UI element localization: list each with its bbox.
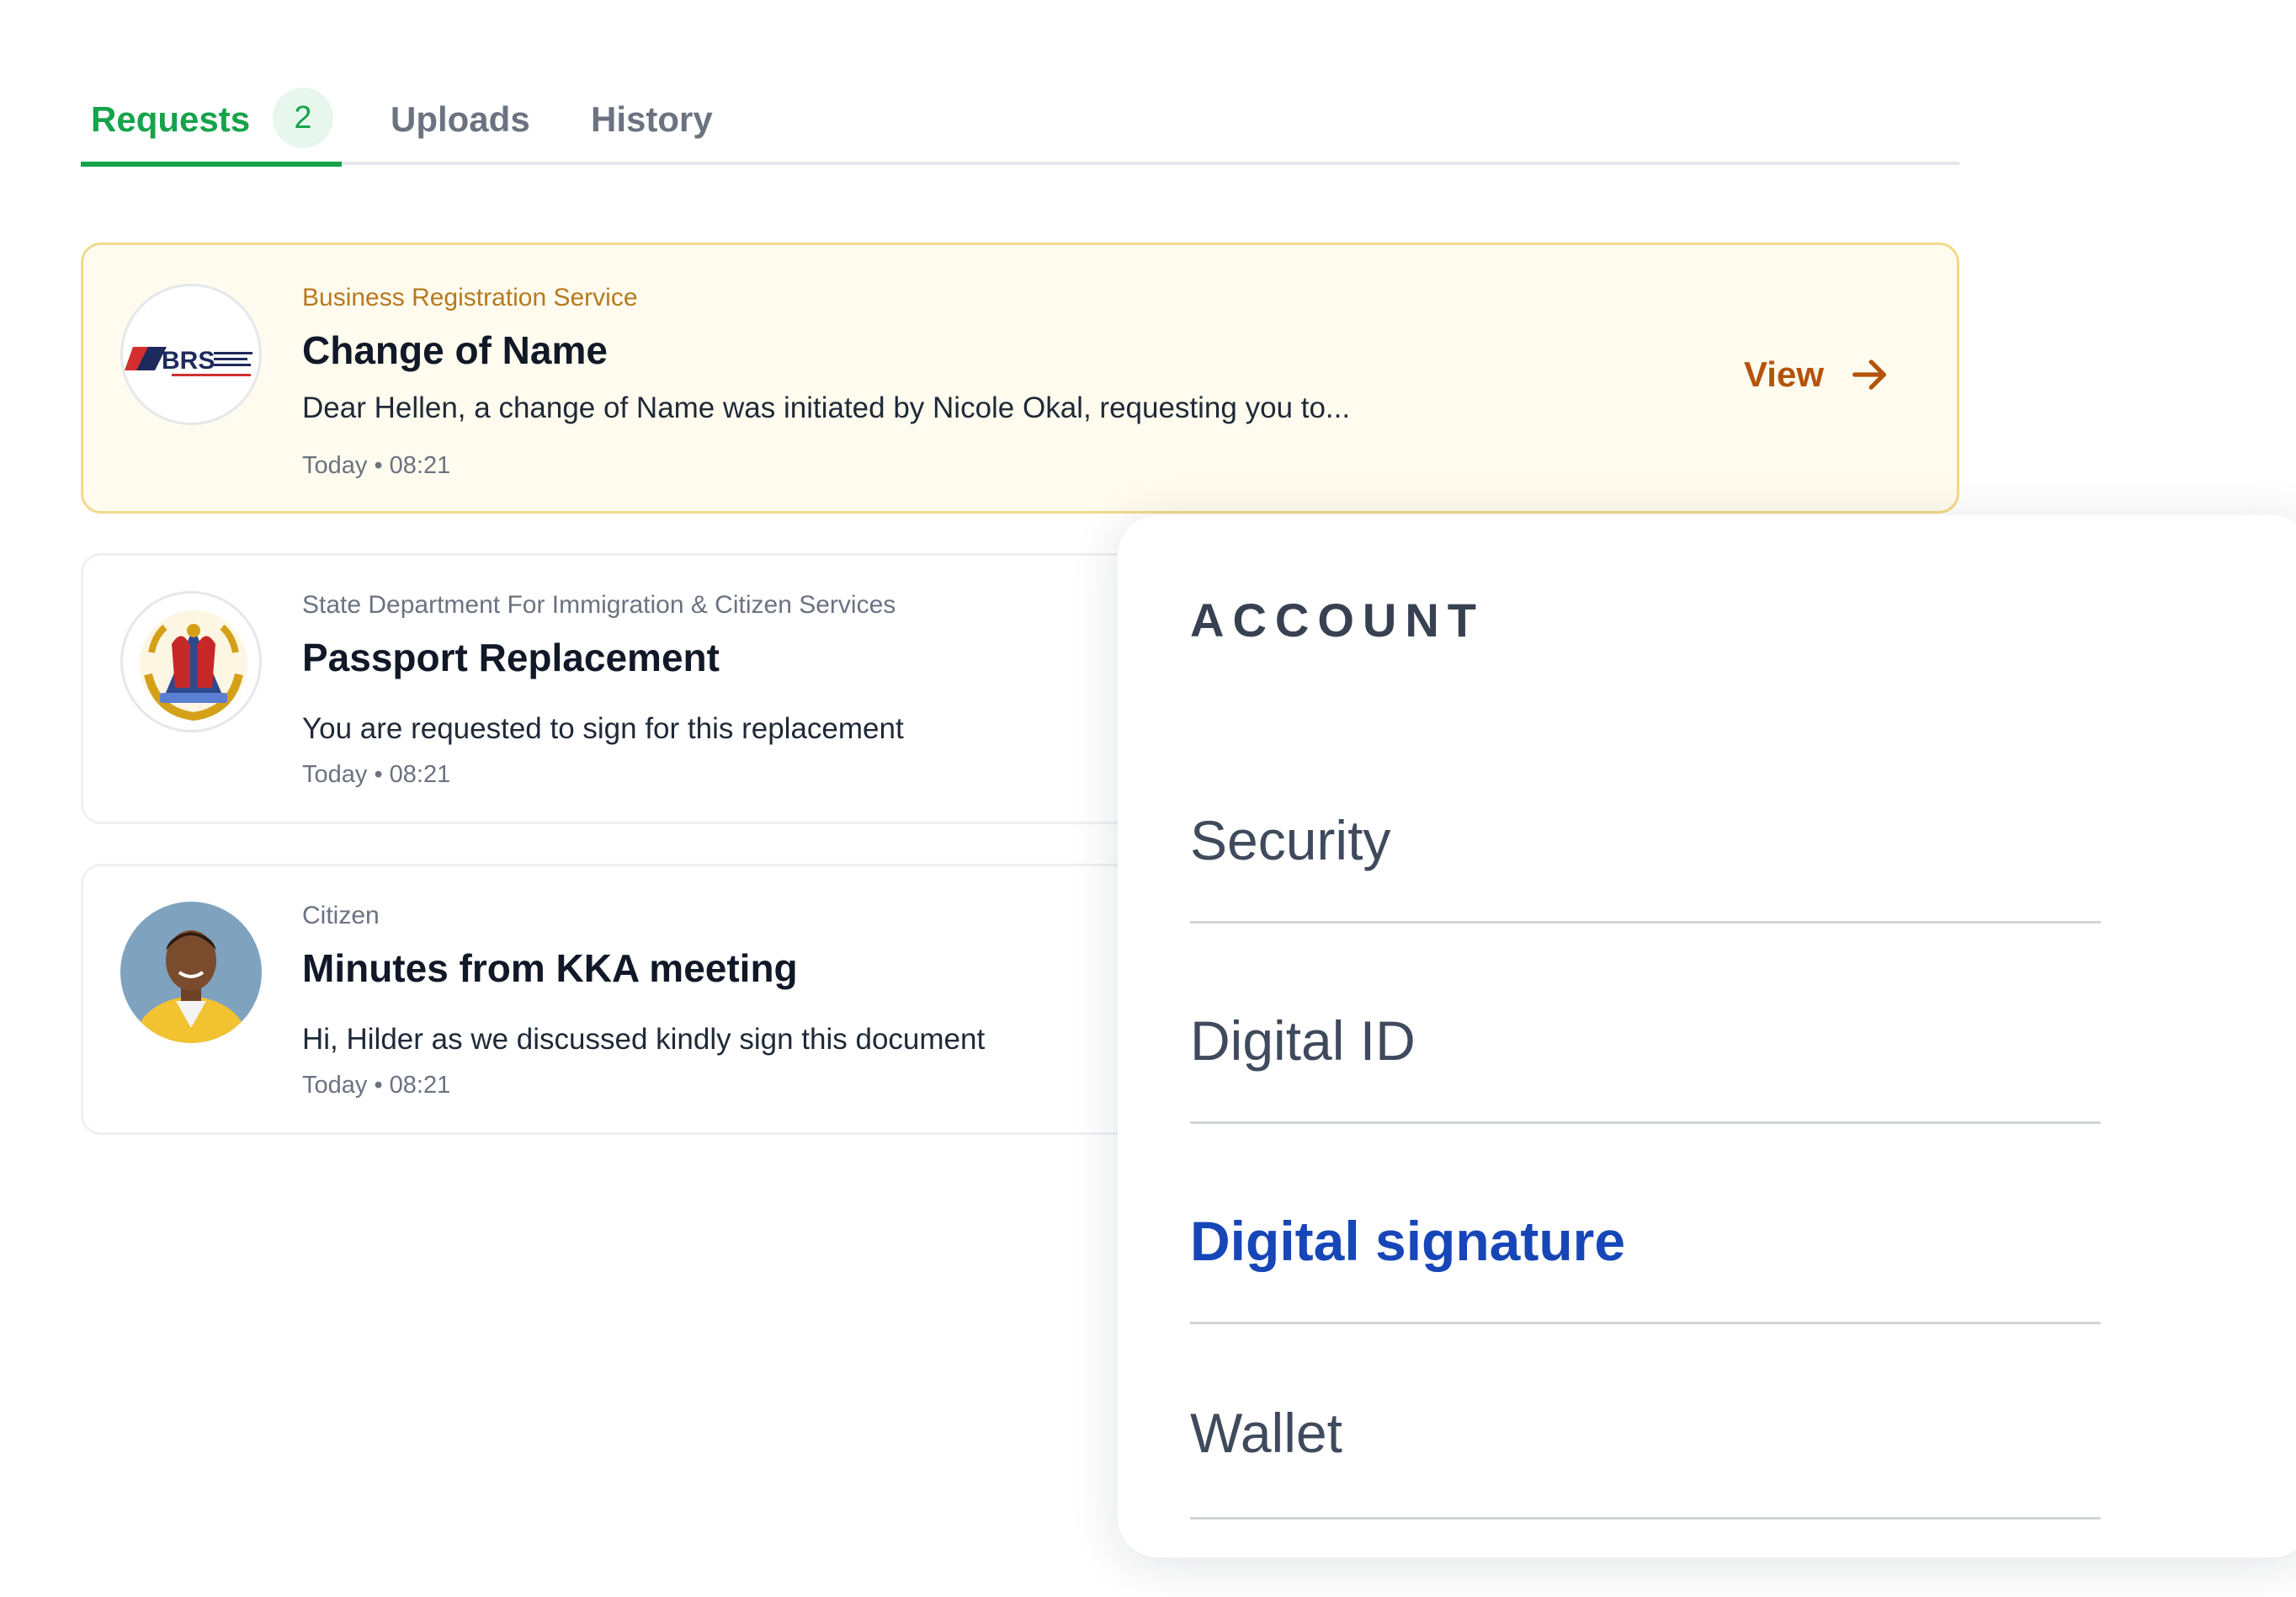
menu-item-security[interactable]: Security — [1190, 791, 2101, 924]
menu-item-label: Wallet — [1190, 1402, 1342, 1464]
request-card[interactable]: BRS Business Registration Service Change… — [81, 242, 1959, 514]
menu-item-label: Digital ID — [1190, 1009, 1416, 1072]
brs-logo-text: BRS — [162, 347, 215, 375]
account-panel: ACCOUNT Security Digital ID Digital sign… — [1118, 515, 2296, 1557]
menu-item-digital-id[interactable]: Digital ID — [1190, 992, 2101, 1124]
request-message: Dear Hellen, a change of Name was initia… — [302, 391, 1351, 424]
tab-uploads-label: Uploads — [391, 99, 530, 139]
menu-item-digital-signature[interactable]: Digital signature — [1190, 1192, 2101, 1324]
immigration-seal-logo — [120, 591, 262, 732]
request-sender: Business Registration Service — [302, 284, 638, 311]
arrow-right-icon — [1852, 359, 1886, 390]
request-content: Business Registration Service Change of … — [302, 284, 1620, 480]
user-photo-avatar — [120, 902, 262, 1043]
tab-requests-label: Requests — [91, 99, 251, 139]
menu-item-wallet[interactable]: Wallet — [1190, 1392, 2101, 1520]
view-button-label: View — [1744, 354, 1824, 394]
tab-history-label: History — [591, 99, 713, 139]
account-heading: ACCOUNT — [1190, 594, 1485, 647]
brs-logo: BRS — [120, 284, 262, 425]
menu-item-label: Security — [1190, 809, 1391, 871]
immigration-seal-graphic — [140, 610, 247, 721]
tab-requests[interactable]: Requests 2 — [81, 81, 342, 167]
tab-bar: Requests 2 Uploads History — [81, 67, 1959, 167]
view-button[interactable]: View — [1744, 353, 1891, 397]
requests-count-badge: 2 — [273, 88, 333, 148]
user-photo-graphic — [120, 902, 262, 1043]
request-timestamp: Today • 08:21 — [302, 452, 451, 479]
brs-logo-graphic: BRS — [125, 347, 252, 376]
request-title: Change of Name — [302, 328, 608, 372]
menu-item-label: Digital signature — [1190, 1210, 1626, 1272]
